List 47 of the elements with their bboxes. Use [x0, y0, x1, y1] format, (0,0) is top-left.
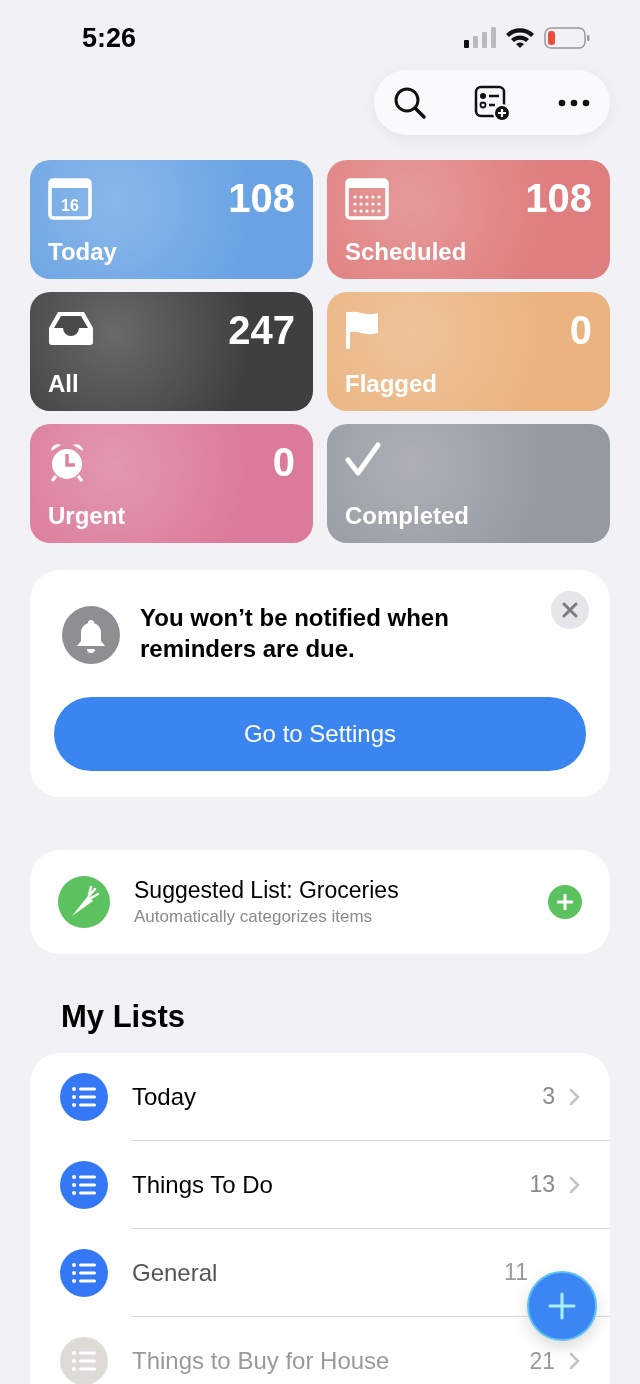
suggestion-subtitle: Automatically categorizes items [134, 906, 374, 928]
bell-icon [62, 606, 120, 664]
list-count: 21 [529, 1346, 555, 1376]
section-heading: My Lists [61, 998, 187, 1036]
checkmark-icon [345, 442, 381, 476]
alarm-clock-icon [48, 442, 86, 482]
list-name[interactable]: Things To Do [132, 1166, 530, 1203]
wifi-icon [505, 27, 535, 49]
notification-message: You won’t be notified when reminders are due. [140, 603, 450, 664]
tile-count: 0 [272, 442, 295, 482]
battery-icon [544, 27, 590, 49]
tile-label: Urgent [48, 501, 127, 531]
tile-label: Today [48, 237, 118, 267]
go-to-settings-button[interactable]: Go to Settings [54, 697, 586, 771]
tile-label: Flagged [345, 369, 438, 399]
tile-count: 108 [525, 178, 592, 218]
flag-icon [345, 310, 381, 350]
smart-list-tile[interactable]: 108 Scheduled [327, 160, 610, 279]
tile-count: 247 [228, 310, 295, 350]
list-name[interactable]: Today [132, 1078, 543, 1115]
smart-list-tile[interactable]: Completed [327, 424, 610, 543]
chevron-right-icon [569, 1087, 580, 1106]
tile-label: All [48, 369, 80, 399]
chevron-right-icon [569, 1352, 580, 1370]
calendar-icon [345, 178, 389, 220]
plus-icon [548, 1292, 576, 1320]
list-count: 11 [504, 1258, 528, 1288]
tray-icon [48, 310, 94, 346]
close-icon[interactable] [551, 591, 589, 629]
smart-list-tile[interactable]: 0 Flagged [327, 292, 610, 411]
list-count: 3 [542, 1082, 555, 1112]
carrot-icon [58, 876, 110, 928]
smart-list-tile[interactable]: 0 Urgent [30, 424, 313, 543]
smart-list-tile[interactable]: 247 All [30, 292, 313, 411]
tile-label: Scheduled [345, 237, 468, 267]
signal-icon [464, 27, 496, 49]
suggestion-title: Suggested List: Groceries [134, 876, 400, 905]
status-time: 5:26 [82, 21, 137, 55]
calendar-icon: 16 [48, 178, 92, 220]
list-name[interactable]: General [132, 1254, 505, 1291]
chevron-right-icon [569, 1175, 580, 1194]
smart-list-tile[interactable]: 16 108 Today [30, 160, 313, 279]
tile-count: 108 [228, 178, 295, 218]
tile-label: Completed [345, 501, 470, 531]
list-count: 13 [529, 1170, 555, 1200]
tile-count: 0 [569, 310, 592, 350]
list-name[interactable]: Things to Buy for House [132, 1343, 530, 1379]
